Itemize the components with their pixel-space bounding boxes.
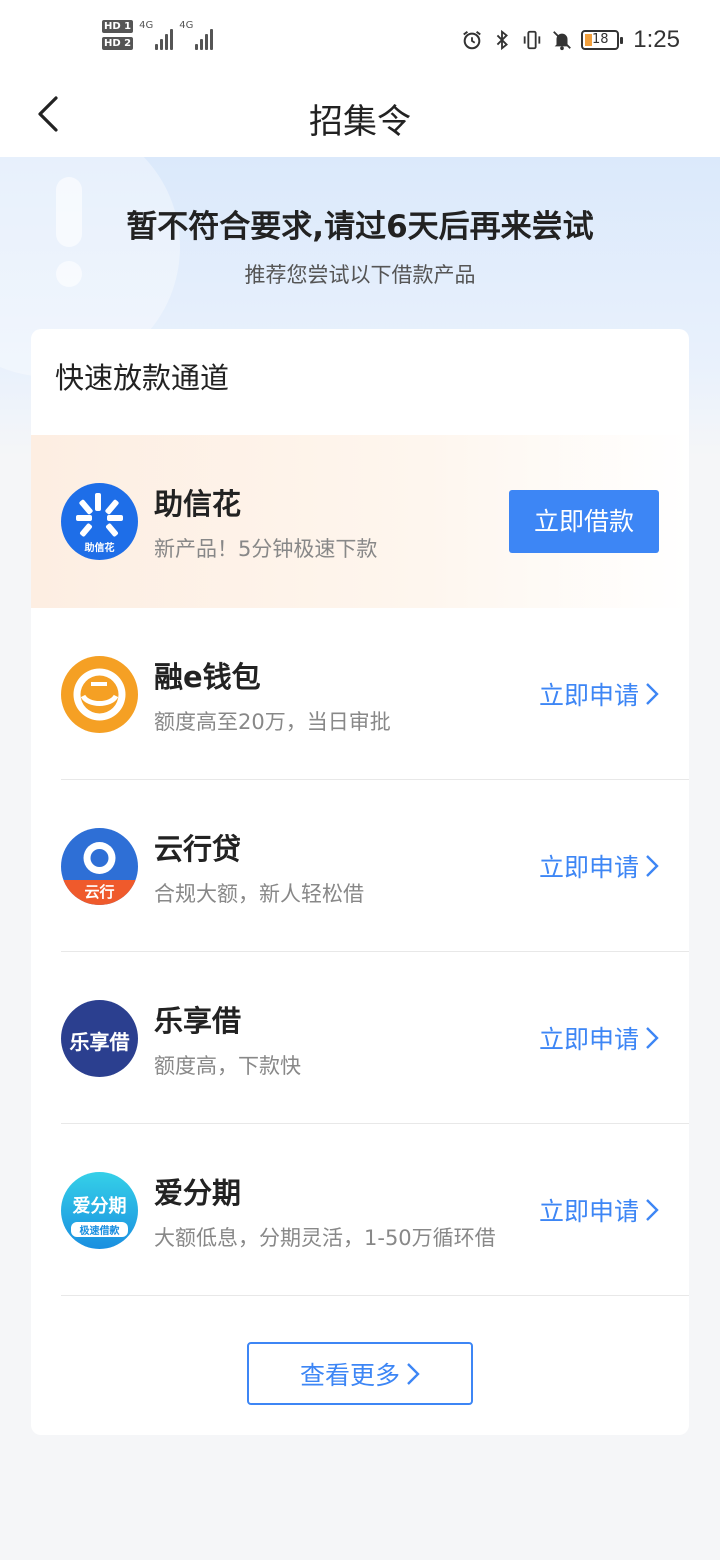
product-name: 爱分期 xyxy=(154,1176,242,1210)
alarm-icon xyxy=(463,30,482,50)
list-item[interactable]: 云行 云行贷 合规大额，新人轻松借 立即申请 xyxy=(31,780,689,952)
nav-bar: 招集令 xyxy=(0,80,720,157)
zhuxinhua-logo-icon: 助信花 xyxy=(61,483,138,560)
apply-now-link[interactable]: 立即申请 xyxy=(539,1192,659,1228)
apply-now-link[interactable]: 立即申请 xyxy=(539,676,659,712)
status-time: 1:25 xyxy=(633,26,680,53)
product-name: 融e钱包 xyxy=(154,660,261,694)
product-desc: 新产品！5分钟极速下款 xyxy=(154,537,378,561)
page-title: 招集令 xyxy=(309,102,411,142)
chevron-right-icon xyxy=(646,1199,659,1221)
aifenqi-logo-icon: 爱分期 极速借款 xyxy=(61,1172,138,1249)
apply-now-link[interactable]: 立即申请 xyxy=(539,848,659,884)
product-name: 云行贷 xyxy=(154,832,242,866)
hero-title: 暂不符合要求,请过6天后再来尝试 xyxy=(126,209,594,245)
logo-caption: 爱分期 xyxy=(72,1196,127,1217)
bluetooth-icon xyxy=(497,29,509,51)
chevron-right-icon xyxy=(646,1027,659,1049)
product-desc: 合规大额，新人轻松借 xyxy=(154,882,364,906)
list-item[interactable]: 乐享借 乐享借 额度高，下款快 立即申请 xyxy=(31,952,689,1124)
signal-2-icon: 4G xyxy=(179,20,214,50)
chevron-right-icon xyxy=(646,855,659,877)
featured-product[interactable]: 助信花 助信花 新产品！5分钟极速下款 立即借款 xyxy=(31,435,689,608)
rongyi-wallet-logo-icon xyxy=(61,656,138,733)
product-desc: 额度高，下款快 xyxy=(154,1054,301,1078)
borrow-now-button[interactable]: 立即借款 xyxy=(509,490,659,553)
hero-subtitle: 推荐您尝试以下借款产品 xyxy=(244,263,476,287)
signal-indicators: HD 1 HD 2 4G 4G xyxy=(102,20,214,50)
product-name: 助信花 xyxy=(154,487,242,521)
section-title: 快速放款通道 xyxy=(55,361,230,395)
chevron-right-icon xyxy=(407,1362,420,1385)
logo-subcaption: 极速借款 xyxy=(71,1222,128,1237)
mute-icon xyxy=(553,31,572,51)
product-desc: 额度高至20万，当日审批 xyxy=(154,710,391,734)
battery-icon: 18 xyxy=(581,30,624,50)
logo-caption: 云行 xyxy=(84,883,115,901)
loan-products-card: 快速放款通道 助信花 助信花 新产品！5分钟极速下款 立即借款 融e钱包 额度高… xyxy=(31,329,689,1435)
product-desc: 大额低息，分期灵活，1-50万循环借 xyxy=(154,1226,496,1250)
sim1-badge: HD 1 xyxy=(102,20,134,33)
apply-now-link[interactable]: 立即申请 xyxy=(539,1020,659,1056)
yunxing-logo-icon: 云行 xyxy=(61,828,138,905)
row-divider xyxy=(61,1295,689,1296)
logo-caption: 助信花 xyxy=(84,543,115,554)
chevron-right-icon xyxy=(646,683,659,705)
list-item[interactable]: 爱分期 极速借款 爱分期 大额低息，分期灵活，1-50万循环借 立即申请 xyxy=(31,1124,689,1296)
status-bar: HD 1 HD 2 4G 4G 18 1:25 xyxy=(0,0,720,80)
vibrate-icon xyxy=(524,30,541,50)
signal-1-icon: 4G xyxy=(139,20,174,50)
lexiangjie-logo-icon: 乐享借 xyxy=(61,1000,138,1077)
product-name: 乐享借 xyxy=(154,1004,242,1038)
logo-caption: 乐享借 xyxy=(69,1030,130,1054)
sim2-badge: HD 2 xyxy=(102,37,134,50)
view-more-button[interactable]: 查看更多 xyxy=(247,1342,473,1405)
list-item[interactable]: 融e钱包 额度高至20万，当日审批 立即申请 xyxy=(31,608,689,780)
